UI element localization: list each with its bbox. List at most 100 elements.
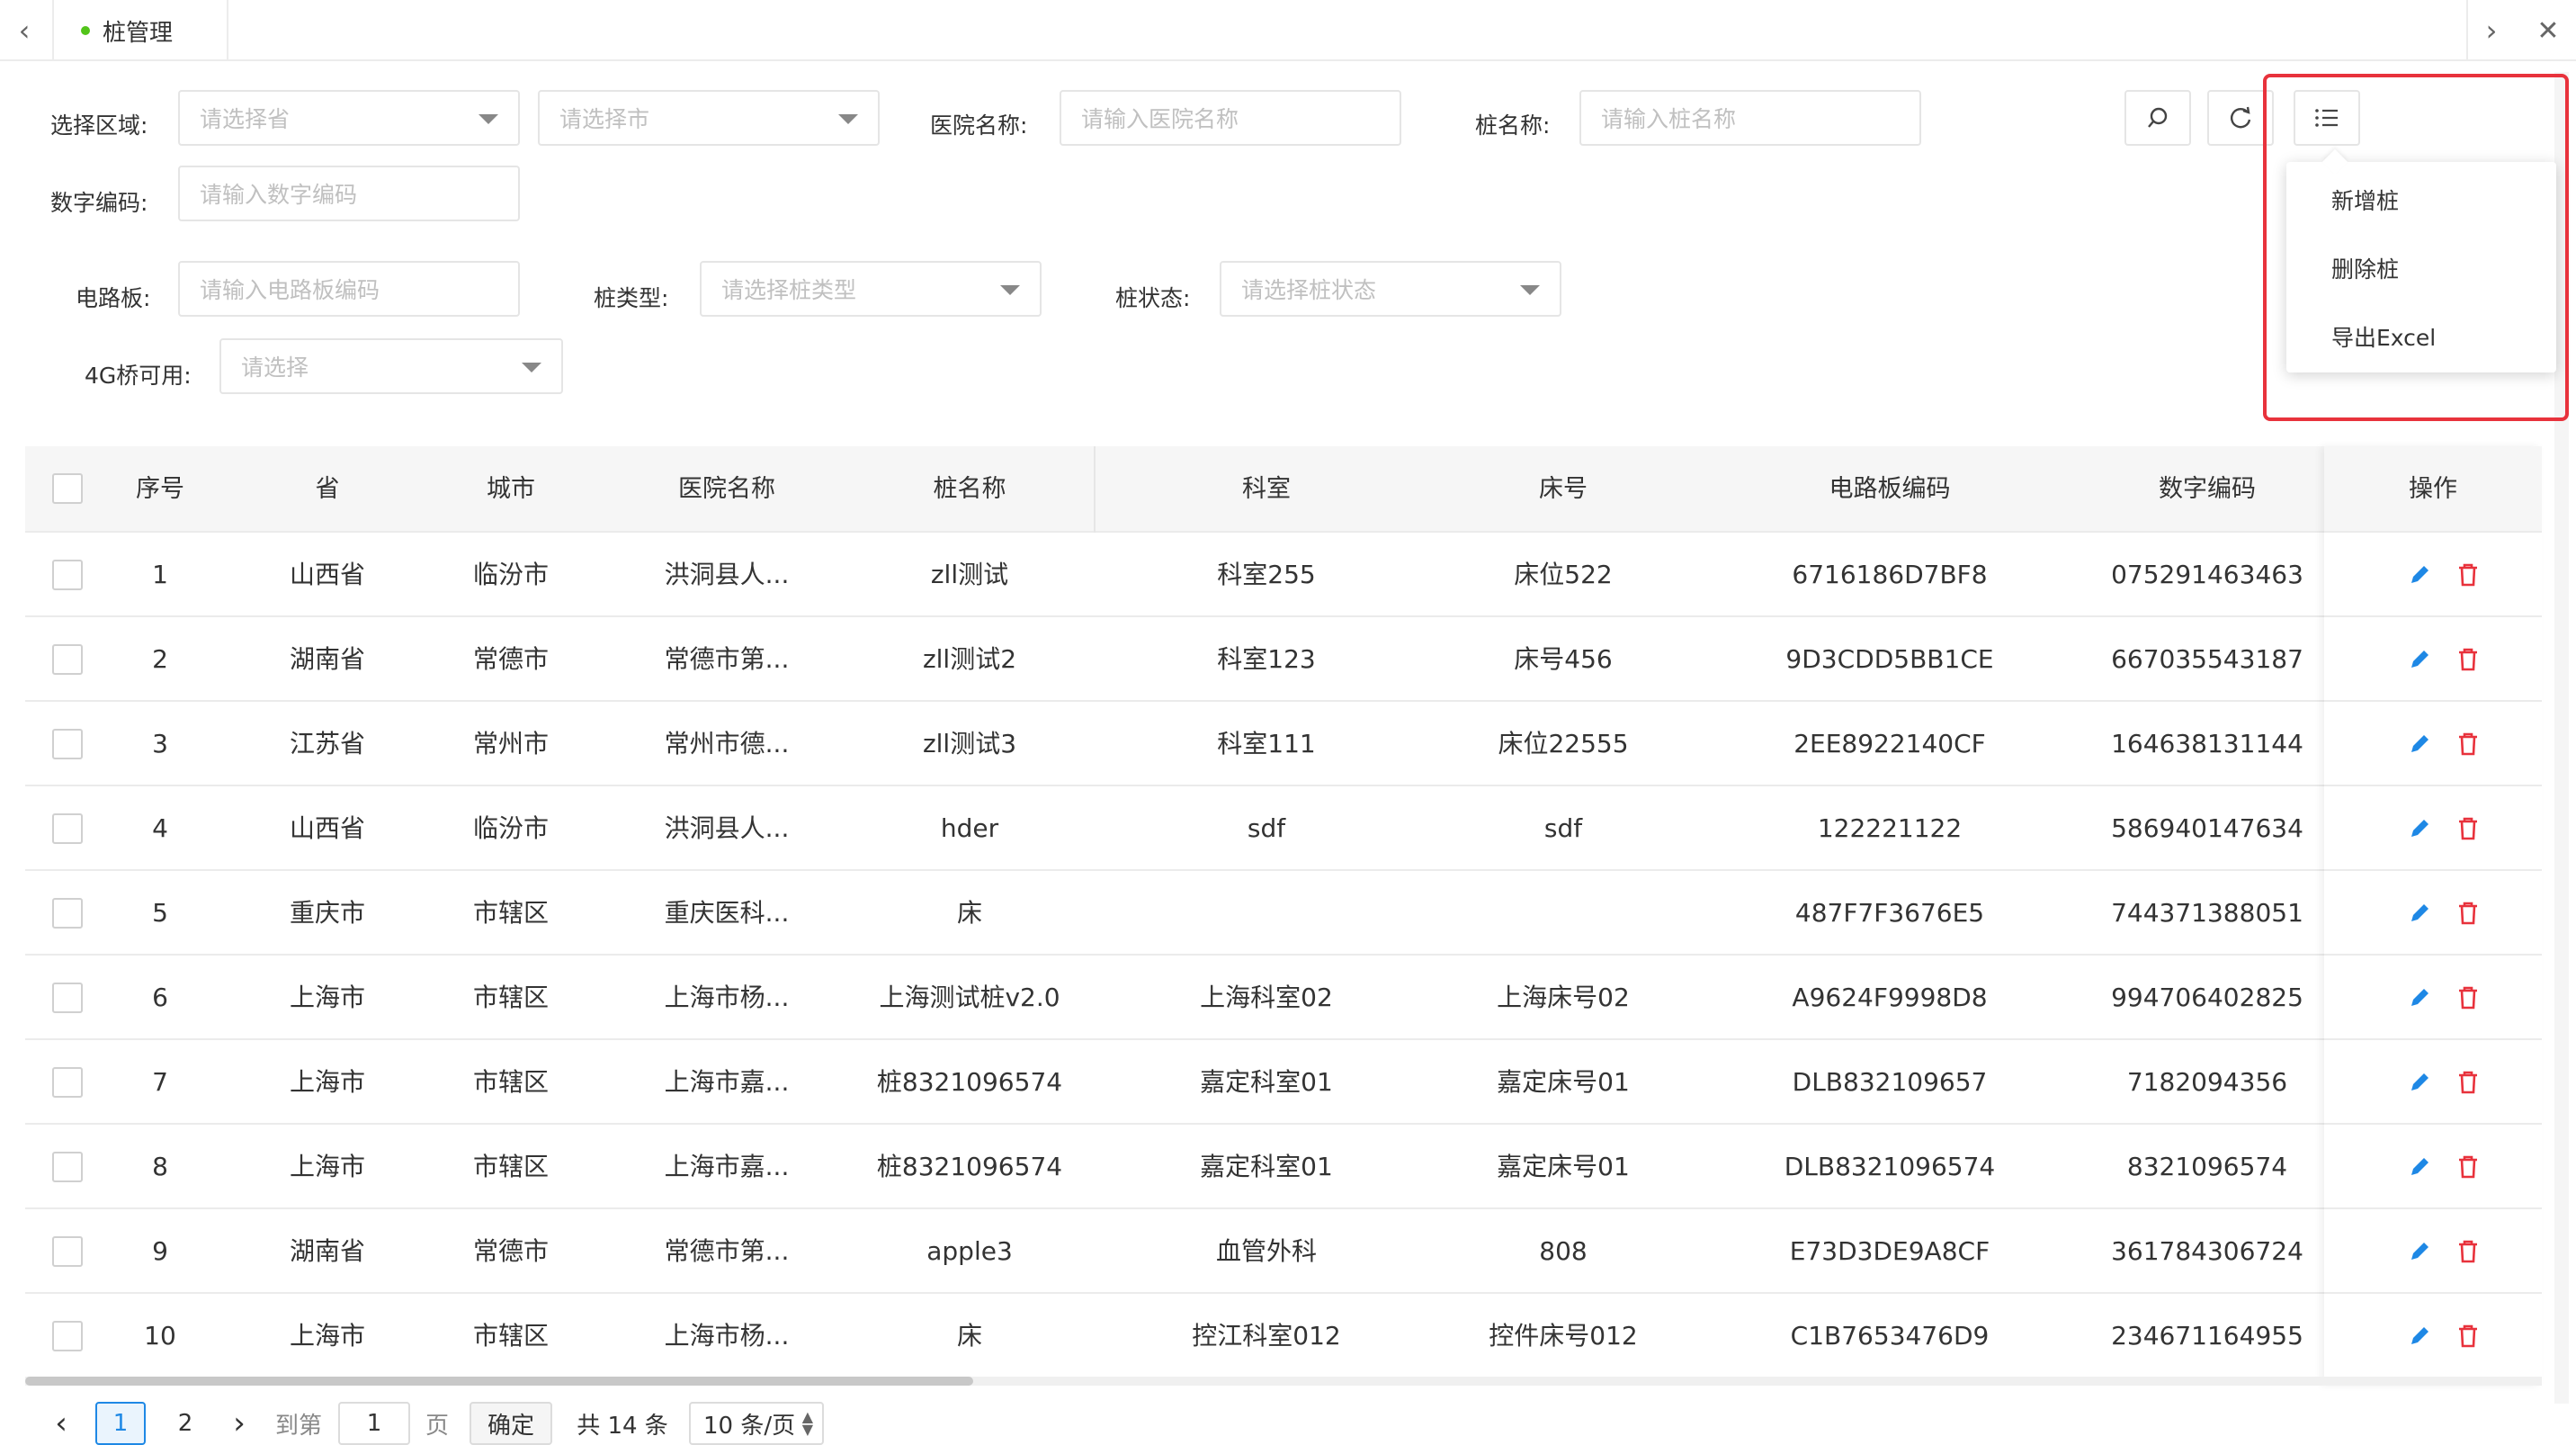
edit-button[interactable] xyxy=(2402,702,2437,786)
table-row: 10 上海市 市辖区 上海市杨... 床 控江科室012 控件床号012 C1B7653476… xyxy=(25,1294,2542,1378)
trash-icon xyxy=(2459,732,2477,756)
delete-button[interactable] xyxy=(2450,1294,2486,1378)
caret-down-icon xyxy=(838,114,858,124)
cell-province: 上海市 xyxy=(289,983,365,1012)
table-row: 6 上海市 市辖区 上海市杨... 上海测试桩v2.0 上海科室02 上海床号02 A9624… xyxy=(25,956,2542,1040)
delete-button[interactable] xyxy=(2450,1040,2486,1125)
circuit-label: 电路板: xyxy=(76,285,151,311)
pile-status-select[interactable]: 请选择桩状态 xyxy=(1220,261,1561,317)
cell-province: 湖南省 xyxy=(289,644,365,674)
col-city: 城市 xyxy=(487,475,535,503)
cell-pile-name: 桩8321096574 xyxy=(876,1152,1063,1181)
col-bed: 床号 xyxy=(1539,475,1588,503)
province-select[interactable]: 请选择省 xyxy=(178,90,520,146)
operation-cell xyxy=(2324,533,2542,617)
row-checkbox[interactable] xyxy=(52,983,83,1013)
cell-department: 血管外科 xyxy=(1215,1236,1317,1266)
row-checkbox[interactable] xyxy=(52,644,83,675)
region-label: 选择区域: xyxy=(50,112,148,139)
delete-button[interactable] xyxy=(2450,956,2486,1040)
bridge-select[interactable]: 请选择 xyxy=(219,338,563,394)
delete-button[interactable] xyxy=(2450,786,2486,871)
cell-province: 上海市 xyxy=(289,1152,365,1181)
delete-button[interactable] xyxy=(2450,1209,2486,1294)
edit-button[interactable] xyxy=(2402,956,2437,1040)
row-checkbox[interactable] xyxy=(52,1152,83,1182)
horizontal-scrollbar-thumb[interactable] xyxy=(25,1377,973,1386)
row-checkbox[interactable] xyxy=(52,898,83,929)
trash-icon xyxy=(2459,1071,2477,1094)
active-dot-icon xyxy=(81,26,90,35)
goto-label: 到第 xyxy=(274,1412,322,1440)
page-size-select[interactable]: 10 条/页 ▲ ▼ xyxy=(689,1402,824,1445)
cell-city: 常州市 xyxy=(472,729,549,758)
search-button[interactable] xyxy=(2124,90,2191,146)
operation-cell xyxy=(2324,617,2542,702)
caret-down-icon xyxy=(522,363,541,372)
delete-button[interactable] xyxy=(2450,533,2486,617)
operation-cell xyxy=(2324,956,2542,1040)
edit-button[interactable] xyxy=(2402,617,2437,702)
edit-button[interactable] xyxy=(2402,1125,2437,1209)
col-index: 序号 xyxy=(136,475,184,503)
tab-next-button[interactable]: › xyxy=(2466,0,2515,61)
pile-type-label: 桩类型: xyxy=(594,285,669,311)
row-checkbox[interactable] xyxy=(52,729,83,759)
row-checkbox[interactable] xyxy=(52,1067,83,1098)
pile-type-placeholder: 请选择桩类型 xyxy=(721,277,857,303)
tab-pile-management[interactable]: 桩管理 xyxy=(52,0,228,61)
page-1-button[interactable]: 1 xyxy=(95,1402,146,1445)
edit-button[interactable] xyxy=(2402,786,2437,871)
cell-department: 科室123 xyxy=(1217,644,1316,674)
cell-circuit: DLB8321096574 xyxy=(1784,1152,1996,1181)
cell-bed: 嘉定床号01 xyxy=(1497,1067,1630,1097)
row-checkbox[interactable] xyxy=(52,1236,83,1267)
operation-cell xyxy=(2324,1209,2542,1294)
digital-code-input[interactable]: 请输入数字编码 xyxy=(178,166,520,221)
cell-pile-name: apple3 xyxy=(926,1236,1013,1266)
row-checkbox[interactable] xyxy=(52,1321,83,1351)
prev-page-button[interactable]: ‹ xyxy=(43,1402,79,1445)
operation-cell xyxy=(2324,1125,2542,1209)
confirm-button[interactable]: 确定 xyxy=(470,1402,552,1445)
hospital-input[interactable]: 请输入医院名称 xyxy=(1060,90,1401,146)
edit-button[interactable] xyxy=(2402,1209,2437,1294)
tab-close-button[interactable]: ✕ xyxy=(2524,0,2572,61)
col-digital-code: 数字编码 xyxy=(2159,475,2256,503)
trash-icon xyxy=(2459,817,2477,840)
circuit-input[interactable]: 请输入电路板编码 xyxy=(178,261,520,317)
edit-button[interactable] xyxy=(2402,871,2437,956)
cell-province: 上海市 xyxy=(289,1067,365,1097)
row-checkbox[interactable] xyxy=(52,813,83,844)
edit-button[interactable] xyxy=(2402,533,2437,617)
edit-button[interactable] xyxy=(2402,1040,2437,1125)
chevron-right-icon: › xyxy=(2485,13,2498,48)
delete-button[interactable] xyxy=(2450,1125,2486,1209)
pile-status-label: 桩状态: xyxy=(1115,285,1191,311)
goto-page-input[interactable]: 1 xyxy=(338,1402,410,1445)
cell-circuit: C1B7653476D9 xyxy=(1790,1321,1990,1351)
bridge-placeholder: 请选择 xyxy=(241,355,309,381)
city-select[interactable]: 请选择市 xyxy=(538,90,880,146)
pile-type-select[interactable]: 请选择桩类型 xyxy=(700,261,1042,317)
cell-bed: sdf xyxy=(1543,813,1583,843)
delete-button[interactable] xyxy=(2450,871,2486,956)
cell-province: 山西省 xyxy=(289,813,365,843)
page-2-button[interactable]: 2 xyxy=(160,1402,210,1445)
next-page-button[interactable]: › xyxy=(219,1402,259,1445)
select-all-checkbox[interactable] xyxy=(52,473,83,504)
caret-down-icon xyxy=(1520,285,1540,295)
cell-index: 5 xyxy=(152,898,168,928)
edit-button[interactable] xyxy=(2402,1294,2437,1378)
chevron-right-icon: › xyxy=(233,1405,246,1441)
delete-button[interactable] xyxy=(2450,617,2486,702)
digital-code-placeholder: 请输入数字编码 xyxy=(200,182,358,208)
cell-city: 市辖区 xyxy=(472,1067,549,1097)
tab-prev-button[interactable]: ‹ xyxy=(0,0,49,61)
cell-pile-name: 桩8321096574 xyxy=(876,1067,1063,1097)
pile-name-input[interactable]: 请输入桩名称 xyxy=(1579,90,1921,146)
cell-department: 控江科室012 xyxy=(1192,1321,1341,1351)
delete-button[interactable] xyxy=(2450,702,2486,786)
row-checkbox[interactable] xyxy=(52,560,83,590)
bridge-label: 4G桥可用: xyxy=(85,363,192,389)
